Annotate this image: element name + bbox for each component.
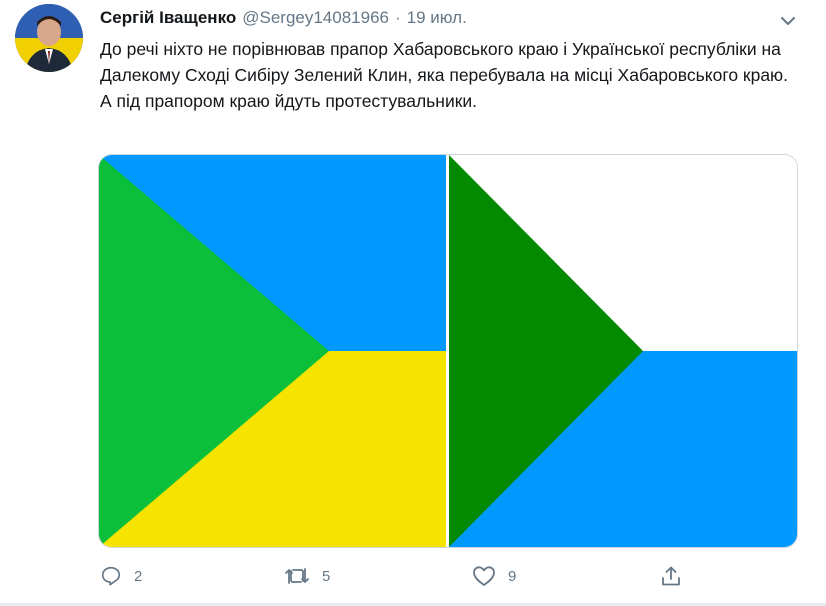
header-separator: · (395, 8, 401, 27)
chevron-down-icon (781, 16, 795, 25)
share-icon (662, 566, 680, 586)
avatar-image (15, 4, 83, 72)
tweet-actions: 2 5 9 (100, 562, 800, 590)
like-count: 9 (508, 567, 517, 585)
avatar[interactable] (15, 4, 83, 72)
reply-button[interactable]: 2 (100, 562, 142, 590)
tweet[interactable]: Сергій Іващенко @Sergey14081966 · 19 июл… (0, 0, 826, 606)
more-options-button[interactable] (776, 9, 800, 33)
like-button[interactable]: 9 (472, 562, 516, 590)
tweet-text: До речі ніхто не порівнював прапор Хабар… (100, 39, 789, 111)
heart-icon (473, 566, 495, 586)
flag-green-ukraine[interactable] (449, 155, 797, 547)
retweet-icon (285, 568, 309, 584)
author-handle[interactable]: @Sergey14081966 (242, 8, 389, 28)
tweet-media[interactable] (98, 154, 798, 548)
tweet-header: Сергій Іващенко @Sergey14081966 · 19 июл… (100, 8, 467, 30)
retweet-button[interactable]: 5 (284, 562, 330, 590)
reply-icon (101, 566, 121, 586)
flag-khabarovsk[interactable] (99, 155, 446, 547)
reply-count: 2 (134, 567, 143, 585)
author-name[interactable]: Сергій Іващенко (100, 8, 236, 28)
share-button[interactable] (660, 562, 682, 590)
retweet-count: 5 (322, 567, 331, 585)
tweet-date[interactable]: 19 июл. (407, 8, 467, 28)
